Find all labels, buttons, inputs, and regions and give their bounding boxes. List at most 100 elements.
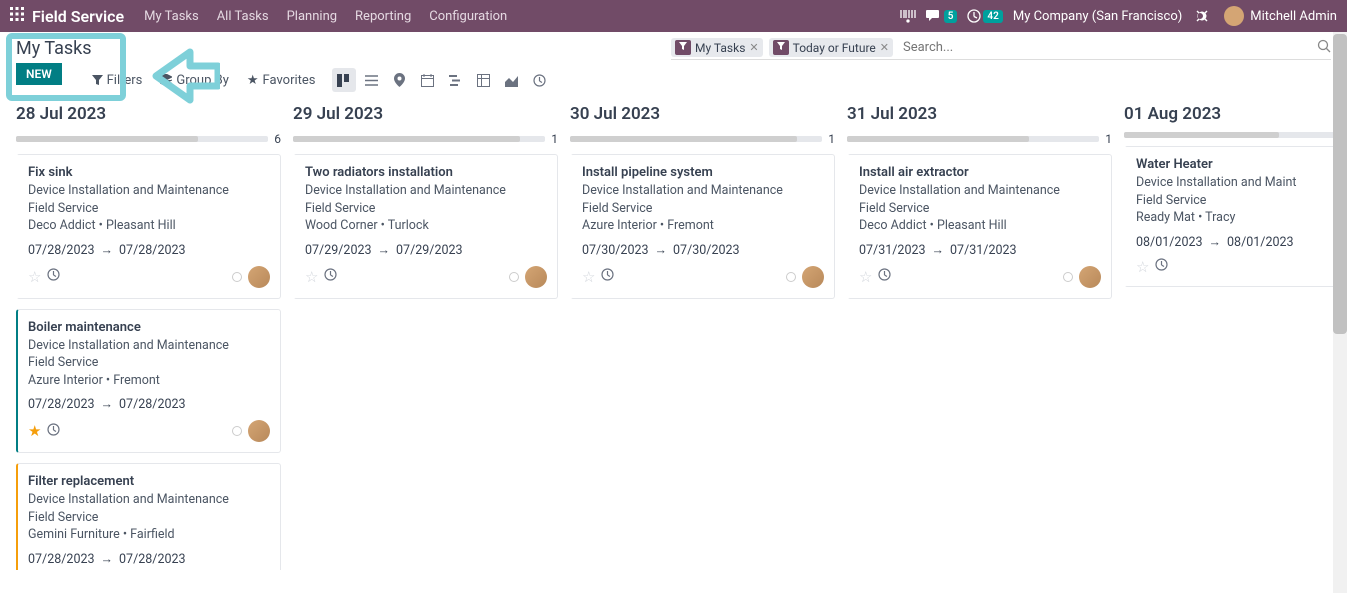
- state-dot-icon[interactable]: [786, 272, 796, 282]
- search-input[interactable]: [899, 38, 1311, 57]
- task-line: Device Installation and Maintenance: [305, 182, 547, 200]
- user-avatar-icon: [1224, 6, 1244, 26]
- kanban-column: 28 Jul 20236Fix sinkDevice Installation …: [16, 104, 281, 570]
- kanban-column: 31 Jul 2023 1 Install air extractorDevice …: [847, 104, 1112, 309]
- assignee-avatar-icon[interactable]: [248, 420, 270, 442]
- task-card[interactable]: Two radiators installation Device Install…: [293, 154, 558, 299]
- view-calendar-button[interactable]: [416, 68, 440, 92]
- task-title: Two radiators installation: [305, 165, 547, 180]
- company-selector[interactable]: My Company (San Francisco): [1013, 9, 1182, 24]
- view-map-button[interactable]: [388, 68, 412, 92]
- activity-icon[interactable]: 42: [967, 9, 1002, 23]
- messaging-icon[interactable]: 5: [926, 9, 958, 23]
- column-date-header[interactable]: 29 Jul 2023: [293, 104, 558, 124]
- priority-star-icon[interactable]: ☆: [305, 268, 318, 286]
- assignee-avatar-icon[interactable]: [802, 266, 824, 288]
- task-dates: 07/30/2023→07/30/2023: [582, 243, 824, 258]
- clock-icon[interactable]: [47, 268, 60, 285]
- app-brand[interactable]: Field Service: [32, 7, 124, 26]
- search-icon[interactable]: [1317, 39, 1331, 57]
- task-line: Device Installation and Maintenance: [28, 182, 270, 200]
- column-count: 1: [828, 132, 835, 146]
- clock-icon[interactable]: [878, 268, 891, 285]
- state-dot-icon[interactable]: [1063, 272, 1073, 282]
- new-button[interactable]: NEW: [16, 63, 62, 85]
- assignee-avatar-icon[interactable]: [1079, 266, 1101, 288]
- state-dot-icon[interactable]: [232, 426, 242, 436]
- task-line: Field Service: [1136, 192, 1347, 210]
- arrow-right-icon: →: [655, 243, 668, 258]
- priority-star-icon[interactable]: ★: [28, 422, 41, 440]
- search-bar[interactable]: My Tasks ✕ Today or Future ✕: [671, 38, 1331, 60]
- barcode-icon[interactable]: [900, 9, 916, 23]
- task-card[interactable]: Install pipeline systemDevice Installati…: [570, 154, 835, 299]
- kanban-board: 28 Jul 20236Fix sinkDevice Installation …: [0, 92, 1347, 570]
- arrow-right-icon: →: [378, 243, 391, 258]
- star-icon: ★: [247, 73, 259, 88]
- debug-icon[interactable]: [1192, 8, 1208, 24]
- column-date-header[interactable]: 31 Jul 2023: [847, 104, 1112, 124]
- chip-close-icon[interactable]: ✕: [880, 41, 889, 54]
- clock-icon[interactable]: [601, 268, 614, 285]
- task-card[interactable]: Water HeaterDevice Installation and Main…: [1124, 146, 1347, 287]
- filters-button[interactable]: Filters: [92, 73, 143, 88]
- filter-chip-my-tasks[interactable]: My Tasks ✕: [671, 38, 763, 57]
- state-dot-icon[interactable]: [232, 272, 242, 282]
- filter-icon: [773, 40, 789, 55]
- apps-icon[interactable]: [10, 7, 24, 25]
- priority-star-icon[interactable]: ☆: [859, 268, 872, 286]
- task-card[interactable]: Fix sink Device Installation and Maintena…: [16, 154, 281, 299]
- arrow-right-icon: →: [101, 397, 114, 412]
- kanban-column: 01 Aug 2023 Water HeaterDevice Installati…: [1124, 104, 1347, 297]
- view-graph-button[interactable]: [500, 68, 524, 92]
- nav-reporting[interactable]: Reporting: [355, 9, 411, 24]
- filter-icon: [92, 75, 103, 86]
- nav-my-tasks[interactable]: My Tasks: [144, 9, 199, 24]
- kanban-column: 29 Jul 2023 1 Two radiators installation De…: [293, 104, 558, 309]
- clock-icon[interactable]: [324, 268, 337, 285]
- nav-planning[interactable]: Planning: [287, 9, 337, 24]
- clock-icon[interactable]: [47, 423, 60, 440]
- task-card[interactable]: Install air extractorDevice Installation…: [847, 154, 1112, 299]
- clock-icon[interactable]: [1155, 258, 1168, 275]
- task-dates: 07/28/2023→07/28/2023: [28, 552, 270, 567]
- column-date-header[interactable]: 01 Aug 2023: [1124, 104, 1347, 124]
- priority-star-icon[interactable]: ☆: [1136, 258, 1149, 276]
- view-gantt-button[interactable]: [444, 68, 468, 92]
- view-list-button[interactable]: [360, 68, 384, 92]
- chip-close-icon[interactable]: ✕: [749, 41, 758, 54]
- column-date-header[interactable]: 28 Jul 2023: [16, 104, 281, 124]
- assignee-avatar-icon[interactable]: [248, 266, 270, 288]
- view-pivot-button[interactable]: [472, 68, 496, 92]
- column-date-header[interactable]: 30 Jul 2023: [570, 104, 835, 124]
- user-menu[interactable]: Mitchell Admin: [1218, 6, 1337, 26]
- task-dates: 07/28/2023→07/28/2023: [28, 397, 270, 412]
- column-count: 1: [1105, 132, 1112, 146]
- task-line: Field Service: [28, 200, 270, 218]
- priority-star-icon[interactable]: ☆: [28, 268, 41, 286]
- task-card[interactable]: Filter replacementDevice Installation an…: [16, 463, 281, 570]
- vertical-scrollbar[interactable]: [1333, 32, 1347, 593]
- column-count: 1: [551, 132, 558, 146]
- task-line: Wood Corner • Turlock: [305, 217, 547, 235]
- priority-star-icon[interactable]: ☆: [582, 268, 595, 286]
- task-title: Fix sink: [28, 165, 270, 180]
- arrow-right-icon: →: [1209, 235, 1222, 250]
- filter-icon: [675, 40, 691, 55]
- nav-all-tasks[interactable]: All Tasks: [217, 9, 269, 24]
- filter-chip-today-future[interactable]: Today or Future ✕: [769, 38, 893, 57]
- task-dates: 07/28/2023→07/28/2023: [28, 243, 270, 258]
- state-dot-icon[interactable]: [509, 272, 519, 282]
- view-activity-button[interactable]: [528, 68, 552, 92]
- task-title: Install air extractor: [859, 165, 1101, 180]
- assignee-avatar-icon[interactable]: [525, 266, 547, 288]
- nav-configuration[interactable]: Configuration: [429, 9, 507, 24]
- task-card[interactable]: Boiler maintenanceDevice Installation an…: [16, 309, 281, 454]
- activity-badge: 42: [983, 10, 1002, 23]
- control-panel: My Tasks NEW My Tasks ✕ Today or Future …: [0, 32, 1347, 92]
- view-kanban-button[interactable]: [332, 68, 356, 92]
- arrow-right-icon: →: [101, 243, 114, 258]
- favorites-button[interactable]: ★ Favorites: [247, 73, 316, 88]
- task-title: Water Heater: [1136, 157, 1347, 172]
- task-line: Deco Addict • Pleasant Hill: [859, 217, 1101, 235]
